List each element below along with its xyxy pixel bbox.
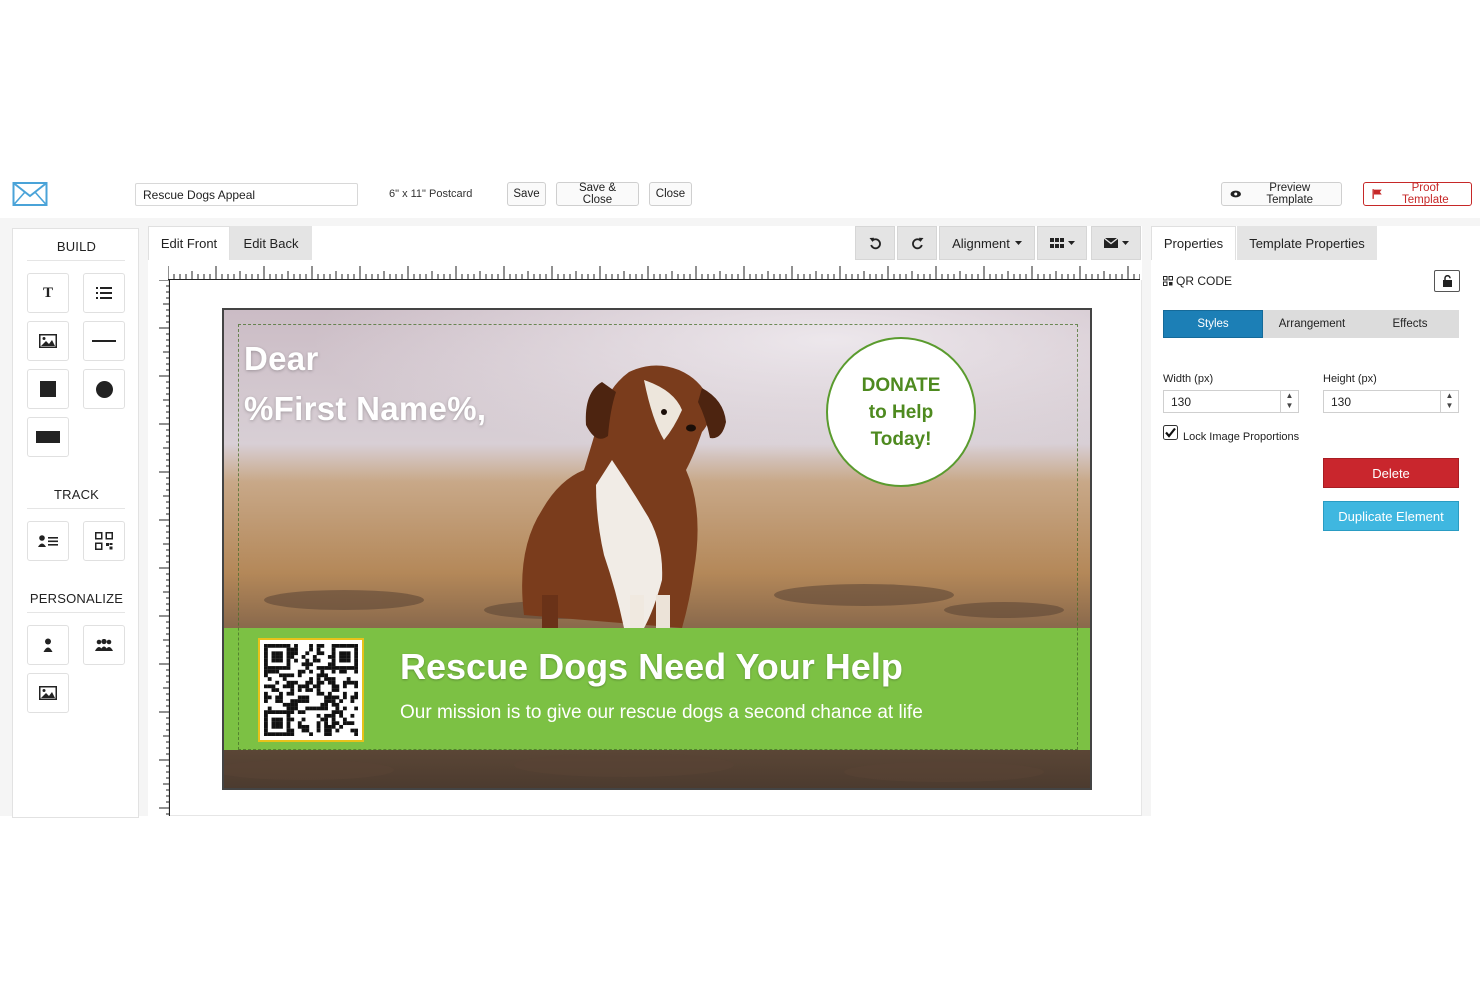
- top-toolbar: 6" x 11" Postcard Save Save & Close Clos…: [0, 172, 1480, 218]
- divider: [27, 260, 125, 261]
- lock-element-button[interactable]: [1434, 270, 1460, 292]
- divider: [27, 508, 125, 509]
- preview-template-label: Preview Template: [1266, 182, 1314, 206]
- green-banner[interactable]: Rescue Dogs Need Your Help Our mission i…: [224, 628, 1090, 750]
- subtab-arrangement[interactable]: Arrangement: [1263, 310, 1361, 338]
- qr-code-icon: [264, 644, 359, 737]
- tab-edit-back[interactable]: Edit Back: [230, 226, 312, 260]
- alignment-dropdown[interactable]: Alignment: [939, 226, 1035, 260]
- envelope-logo-icon: [12, 182, 48, 206]
- selected-element-label: QR CODE: [1163, 274, 1232, 288]
- envelope-icon: [1103, 238, 1118, 248]
- save-close-button[interactable]: Save & Close: [556, 182, 639, 206]
- personalize-section-title: PERSONALIZE: [29, 591, 124, 606]
- template-name-input[interactable]: [135, 183, 358, 206]
- redo-icon: [911, 237, 923, 249]
- circle-icon: [95, 380, 113, 398]
- build-section-title: BUILD: [56, 239, 97, 254]
- circle-tool-button[interactable]: [83, 369, 125, 409]
- subtab-styles[interactable]: Styles: [1163, 310, 1263, 338]
- banner-title[interactable]: Rescue Dogs Need Your Help: [400, 646, 903, 688]
- qr-code-element[interactable]: [258, 638, 364, 742]
- proof-template-button[interactable]: Proof Template: [1363, 182, 1472, 206]
- caret-down-icon: [1067, 241, 1075, 245]
- tab-template-properties[interactable]: Template Properties: [1237, 226, 1377, 260]
- height-input[interactable]: [1323, 390, 1459, 413]
- image-icon: [39, 686, 57, 700]
- list-tool-button[interactable]: [83, 273, 125, 313]
- divider: [27, 612, 125, 613]
- unlock-icon: [1442, 275, 1452, 287]
- undo-button[interactable]: [855, 226, 895, 260]
- text-tool-button[interactable]: T: [27, 273, 69, 313]
- undo-icon: [869, 237, 881, 249]
- group-tool-button[interactable]: [83, 625, 125, 665]
- subtab-effects[interactable]: Effects: [1361, 310, 1459, 338]
- build-sidebar: BUILD T TRACK PERSONALIZE: [12, 228, 139, 818]
- line-icon: [92, 340, 116, 342]
- tab-properties[interactable]: Properties: [1151, 226, 1236, 260]
- line-tool-button[interactable]: [83, 321, 125, 361]
- grid-icon: [1049, 238, 1064, 248]
- contact-card-tool-button[interactable]: [27, 521, 69, 561]
- height-stepper[interactable]: ▲ ▼: [1440, 391, 1458, 412]
- greeting-line-1[interactable]: Dear: [244, 340, 319, 378]
- donate-line-2: to Help: [868, 401, 934, 423]
- donate-line-3: Today!: [870, 428, 932, 450]
- properties-panel: Properties Template Properties QR CODE S…: [1151, 226, 1480, 816]
- rectangle-tool-button[interactable]: [27, 417, 69, 457]
- duplicate-element-button[interactable]: Duplicate Element: [1323, 501, 1459, 531]
- list-icon: [96, 287, 112, 299]
- donate-circle[interactable]: DONATE to Help Today!: [826, 337, 976, 487]
- width-label: Width (px): [1163, 373, 1214, 385]
- preview-template-button[interactable]: Preview Template: [1221, 182, 1342, 206]
- qr-code-tool-button[interactable]: [83, 521, 125, 561]
- qr-code-icon: [95, 532, 113, 550]
- alignment-label: Alignment: [952, 235, 1010, 251]
- mail-dropdown[interactable]: [1091, 226, 1141, 260]
- postcard-front[interactable]: Dear %First Name%, DONATE to Help Today!…: [222, 308, 1092, 790]
- square-icon: [40, 381, 56, 397]
- lock-proportions-checkbox[interactable]: [1163, 425, 1178, 440]
- text-icon: T: [42, 284, 53, 301]
- personal-image-tool-button[interactable]: [27, 673, 69, 713]
- postcard-size-label: 6" x 11" Postcard: [389, 188, 473, 200]
- contact-card-icon: [38, 535, 58, 547]
- horizontal-ruler: [168, 266, 1140, 280]
- tab-edit-front[interactable]: Edit Front: [148, 226, 230, 260]
- greeting-merge-field[interactable]: %First Name%,: [244, 390, 486, 428]
- save-button[interactable]: Save: [507, 182, 546, 206]
- track-section-title: TRACK: [53, 487, 100, 502]
- qr-code-icon: [1163, 276, 1173, 286]
- person-tool-button[interactable]: [27, 625, 69, 665]
- vertical-ruler: [159, 280, 170, 816]
- grid-dropdown[interactable]: [1037, 226, 1087, 260]
- group-icon: [95, 639, 113, 651]
- proof-template-label: Proof Template: [1402, 182, 1449, 206]
- donate-line-1: DONATE: [861, 374, 941, 396]
- rectangle-icon: [36, 431, 60, 443]
- selected-element-name: QR CODE: [1176, 274, 1233, 288]
- eye-icon: [1230, 190, 1241, 198]
- width-input[interactable]: [1163, 390, 1299, 413]
- property-subtabs: Styles Arrangement Effects: [1163, 310, 1459, 338]
- flag-icon: [1372, 189, 1382, 199]
- person-icon: [43, 638, 53, 652]
- width-stepper[interactable]: ▲ ▼: [1280, 391, 1298, 412]
- caret-down-icon: [1121, 241, 1129, 245]
- delete-button[interactable]: Delete: [1323, 458, 1459, 488]
- redo-button[interactable]: [897, 226, 937, 260]
- banner-subtitle[interactable]: Our mission is to give our rescue dogs a…: [400, 702, 923, 724]
- height-label: Height (px): [1323, 373, 1377, 385]
- square-tool-button[interactable]: [27, 369, 69, 409]
- caret-down-icon: [1014, 241, 1022, 245]
- image-icon: [39, 334, 57, 348]
- lock-proportions-label: Lock Image Proportions: [1183, 431, 1300, 443]
- close-button[interactable]: Close: [649, 182, 692, 206]
- image-tool-button[interactable]: [27, 321, 69, 361]
